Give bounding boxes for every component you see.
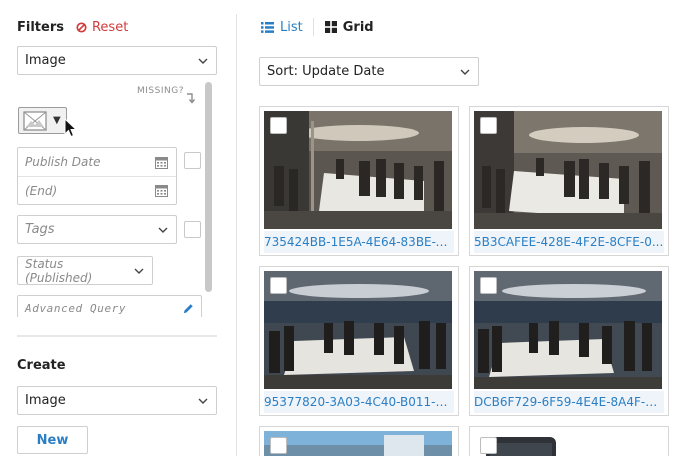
publish-date-range: Publish Date (End)	[17, 147, 177, 205]
end-date-input[interactable]: (End)	[18, 176, 176, 204]
advanced-query-input[interactable]: Advanced Query	[17, 295, 202, 317]
publish-date-input[interactable]: Publish Date	[18, 148, 176, 176]
grid-icon	[324, 21, 337, 33]
calendar-icon	[155, 156, 168, 169]
asset-select-checkbox[interactable]	[270, 117, 287, 134]
grid-view-label: Grid	[342, 19, 374, 35]
panel-divider	[236, 14, 237, 456]
asset-card[interactable]: 735424BB-1E5A-4E64-83BE-B...	[259, 106, 459, 256]
mouse-cursor-icon	[64, 118, 78, 138]
type-filter-select[interactable]: Image	[17, 46, 217, 75]
grid-view-button[interactable]: Grid	[324, 19, 374, 35]
asset-thumbnail[interactable]	[264, 111, 452, 229]
asset-thumbnail[interactable]	[474, 431, 662, 456]
chevron-down-icon	[198, 396, 208, 406]
calendar-icon	[155, 185, 168, 197]
asset-select-checkbox[interactable]	[270, 437, 287, 454]
asset-caption[interactable]: 735424BB-1E5A-4E64-83BE-B...	[264, 231, 454, 253]
list-view-label: List	[280, 19, 303, 35]
status-select[interactable]: Status (Published)	[17, 256, 153, 285]
chevron-down-icon	[198, 56, 208, 66]
asset-select-checkbox[interactable]	[480, 117, 497, 134]
publish-date-placeholder: Publish Date	[25, 155, 101, 169]
asset-select-checkbox[interactable]	[480, 277, 497, 294]
chevron-down-icon	[158, 225, 168, 235]
tags-missing-checkbox[interactable]	[184, 221, 201, 238]
asset-thumbnail[interactable]	[474, 271, 662, 389]
reset-label: Reset	[91, 19, 129, 35]
end-date-placeholder: (End)	[25, 183, 58, 198]
tags-placeholder: Tags	[25, 222, 55, 237]
asset-thumbnail[interactable]	[264, 431, 452, 456]
filters-title: Filters	[17, 19, 64, 35]
filter-scrollbar-thumb[interactable]	[205, 82, 212, 292]
caret-down-icon: ▼	[53, 115, 61, 126]
publish-date-missing-checkbox[interactable]	[184, 152, 201, 169]
list-icon	[261, 21, 274, 33]
asset-thumbnail[interactable]	[264, 271, 452, 389]
filters-header: Filters Reset	[17, 18, 128, 36]
view-separator	[312, 18, 314, 36]
reset-icon	[76, 21, 87, 33]
type-filter-value: Image	[25, 53, 66, 68]
view-toggle: List Grid	[261, 18, 374, 36]
sort-label: Sort: Update Date	[267, 64, 385, 79]
asset-caption[interactable]: DCB6F729-6F59-4E4E-8A4F-7...	[474, 391, 664, 413]
asset-card[interactable]: DCB6F729-6F59-4E4E-8A4F-7...	[469, 266, 669, 416]
asset-card[interactable]	[469, 426, 669, 456]
chevron-down-icon	[460, 67, 470, 77]
corner-down-arrow-icon	[187, 93, 195, 104]
asset-card[interactable]: 95377820-3A03-4C40-B011-4...	[259, 266, 459, 416]
image-type-dropdown[interactable]: ▼	[18, 107, 67, 134]
pencil-icon[interactable]	[183, 303, 194, 314]
status-placeholder: Status (Published)	[25, 256, 93, 285]
chevron-down-icon	[134, 266, 144, 276]
tags-select[interactable]: Tags	[17, 215, 177, 244]
asset-select-checkbox[interactable]	[480, 437, 497, 454]
asset-caption[interactable]: 95377820-3A03-4C40-B011-4...	[264, 391, 454, 413]
create-type-select[interactable]: Image	[17, 386, 217, 415]
asset-thumbnail[interactable]	[474, 111, 662, 229]
asset-card[interactable]	[259, 426, 459, 456]
asset-select-checkbox[interactable]	[270, 277, 287, 294]
create-title: Create	[17, 358, 66, 373]
asset-browser: Filters Reset Image MISSING? ▼ Publish D…	[0, 0, 680, 456]
sort-select[interactable]: Sort: Update Date	[259, 57, 479, 86]
section-divider	[17, 335, 217, 337]
broken-image-icon	[23, 110, 47, 131]
missing-label: MISSING?	[137, 86, 184, 96]
filter-panel: Filters Reset Image MISSING? ▼ Publish D…	[0, 0, 236, 456]
asset-caption[interactable]: 5B3CAFEE-428E-4F2E-8CFE-0...	[474, 231, 664, 253]
advanced-query-placeholder: Advanced Query	[25, 302, 127, 315]
asset-card[interactable]: 5B3CAFEE-428E-4F2E-8CFE-0...	[469, 106, 669, 256]
reset-button[interactable]: Reset	[76, 20, 128, 35]
new-button[interactable]: New	[17, 426, 88, 454]
list-view-button[interactable]: List	[261, 20, 303, 35]
create-type-value: Image	[25, 393, 66, 408]
